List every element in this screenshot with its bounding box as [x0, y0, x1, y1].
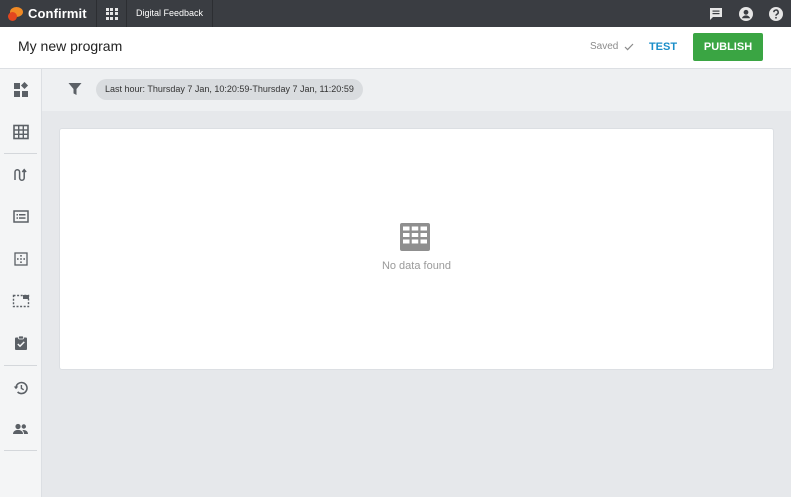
users-icon — [13, 423, 28, 434]
sidebar-item-selection[interactable] — [0, 286, 41, 316]
chat-button[interactable] — [701, 0, 731, 27]
account-icon — [739, 6, 753, 21]
app-launcher-button[interactable] — [96, 0, 127, 27]
brand-logo-link[interactable]: Confirmit — [0, 0, 96, 27]
apps-grid-icon — [105, 7, 118, 20]
sidebar-divider — [4, 450, 37, 451]
sidebar-item-clipboard[interactable] — [0, 328, 41, 358]
dashboard-icon — [13, 82, 28, 97]
flow-icon — [13, 168, 27, 182]
selection-icon — [12, 294, 29, 308]
sidebar-item-target[interactable] — [0, 244, 41, 274]
empty-table-icon — [400, 223, 430, 251]
filter-icon[interactable] — [68, 82, 82, 96]
sidebar-item-flow[interactable] — [0, 160, 41, 190]
date-range-filter-chip[interactable]: Last hour: Thursday 7 Jan, 10:20:59-Thur… — [96, 79, 363, 100]
empty-state-message: No data found — [381, 260, 452, 272]
sidebar-item-history[interactable] — [0, 373, 41, 403]
saved-status: Saved — [590, 41, 634, 52]
sidebar-item-list[interactable] — [0, 202, 41, 232]
sidebar-divider — [4, 153, 37, 154]
chat-icon — [710, 7, 722, 20]
checkmark-icon — [624, 43, 634, 50]
sidebar-item-dashboard[interactable] — [0, 75, 41, 105]
help-button[interactable] — [761, 0, 791, 27]
target-icon — [13, 252, 28, 266]
saved-status-label: Saved — [590, 41, 619, 52]
page-title: My new program — [18, 38, 123, 54]
app-top-bar: Confirmit Digital Feedback — [0, 0, 791, 27]
publish-button[interactable]: PUBLISH — [693, 33, 763, 61]
sidebar-item-users[interactable] — [0, 414, 41, 444]
brand-name: Confirmit — [28, 6, 87, 21]
history-icon — [13, 381, 28, 395]
help-icon — [769, 6, 783, 21]
account-button[interactable] — [731, 0, 761, 27]
program-header: My new program Saved TEST PUBLISH — [0, 27, 791, 69]
main-content-panel: No data found — [59, 128, 774, 370]
product-name[interactable]: Digital Feedback — [127, 0, 214, 27]
filter-bar: Last hour: Thursday 7 Jan, 10:20:59-Thur… — [42, 69, 791, 111]
test-button[interactable]: TEST — [641, 33, 685, 61]
left-sidebar — [0, 69, 42, 497]
sidebar-item-table[interactable] — [0, 117, 41, 147]
clipboard-check-icon — [14, 335, 27, 350]
confirmit-logo-icon — [8, 6, 24, 21]
sidebar-divider — [4, 365, 37, 366]
table-icon — [12, 124, 29, 140]
list-icon — [12, 210, 29, 223]
